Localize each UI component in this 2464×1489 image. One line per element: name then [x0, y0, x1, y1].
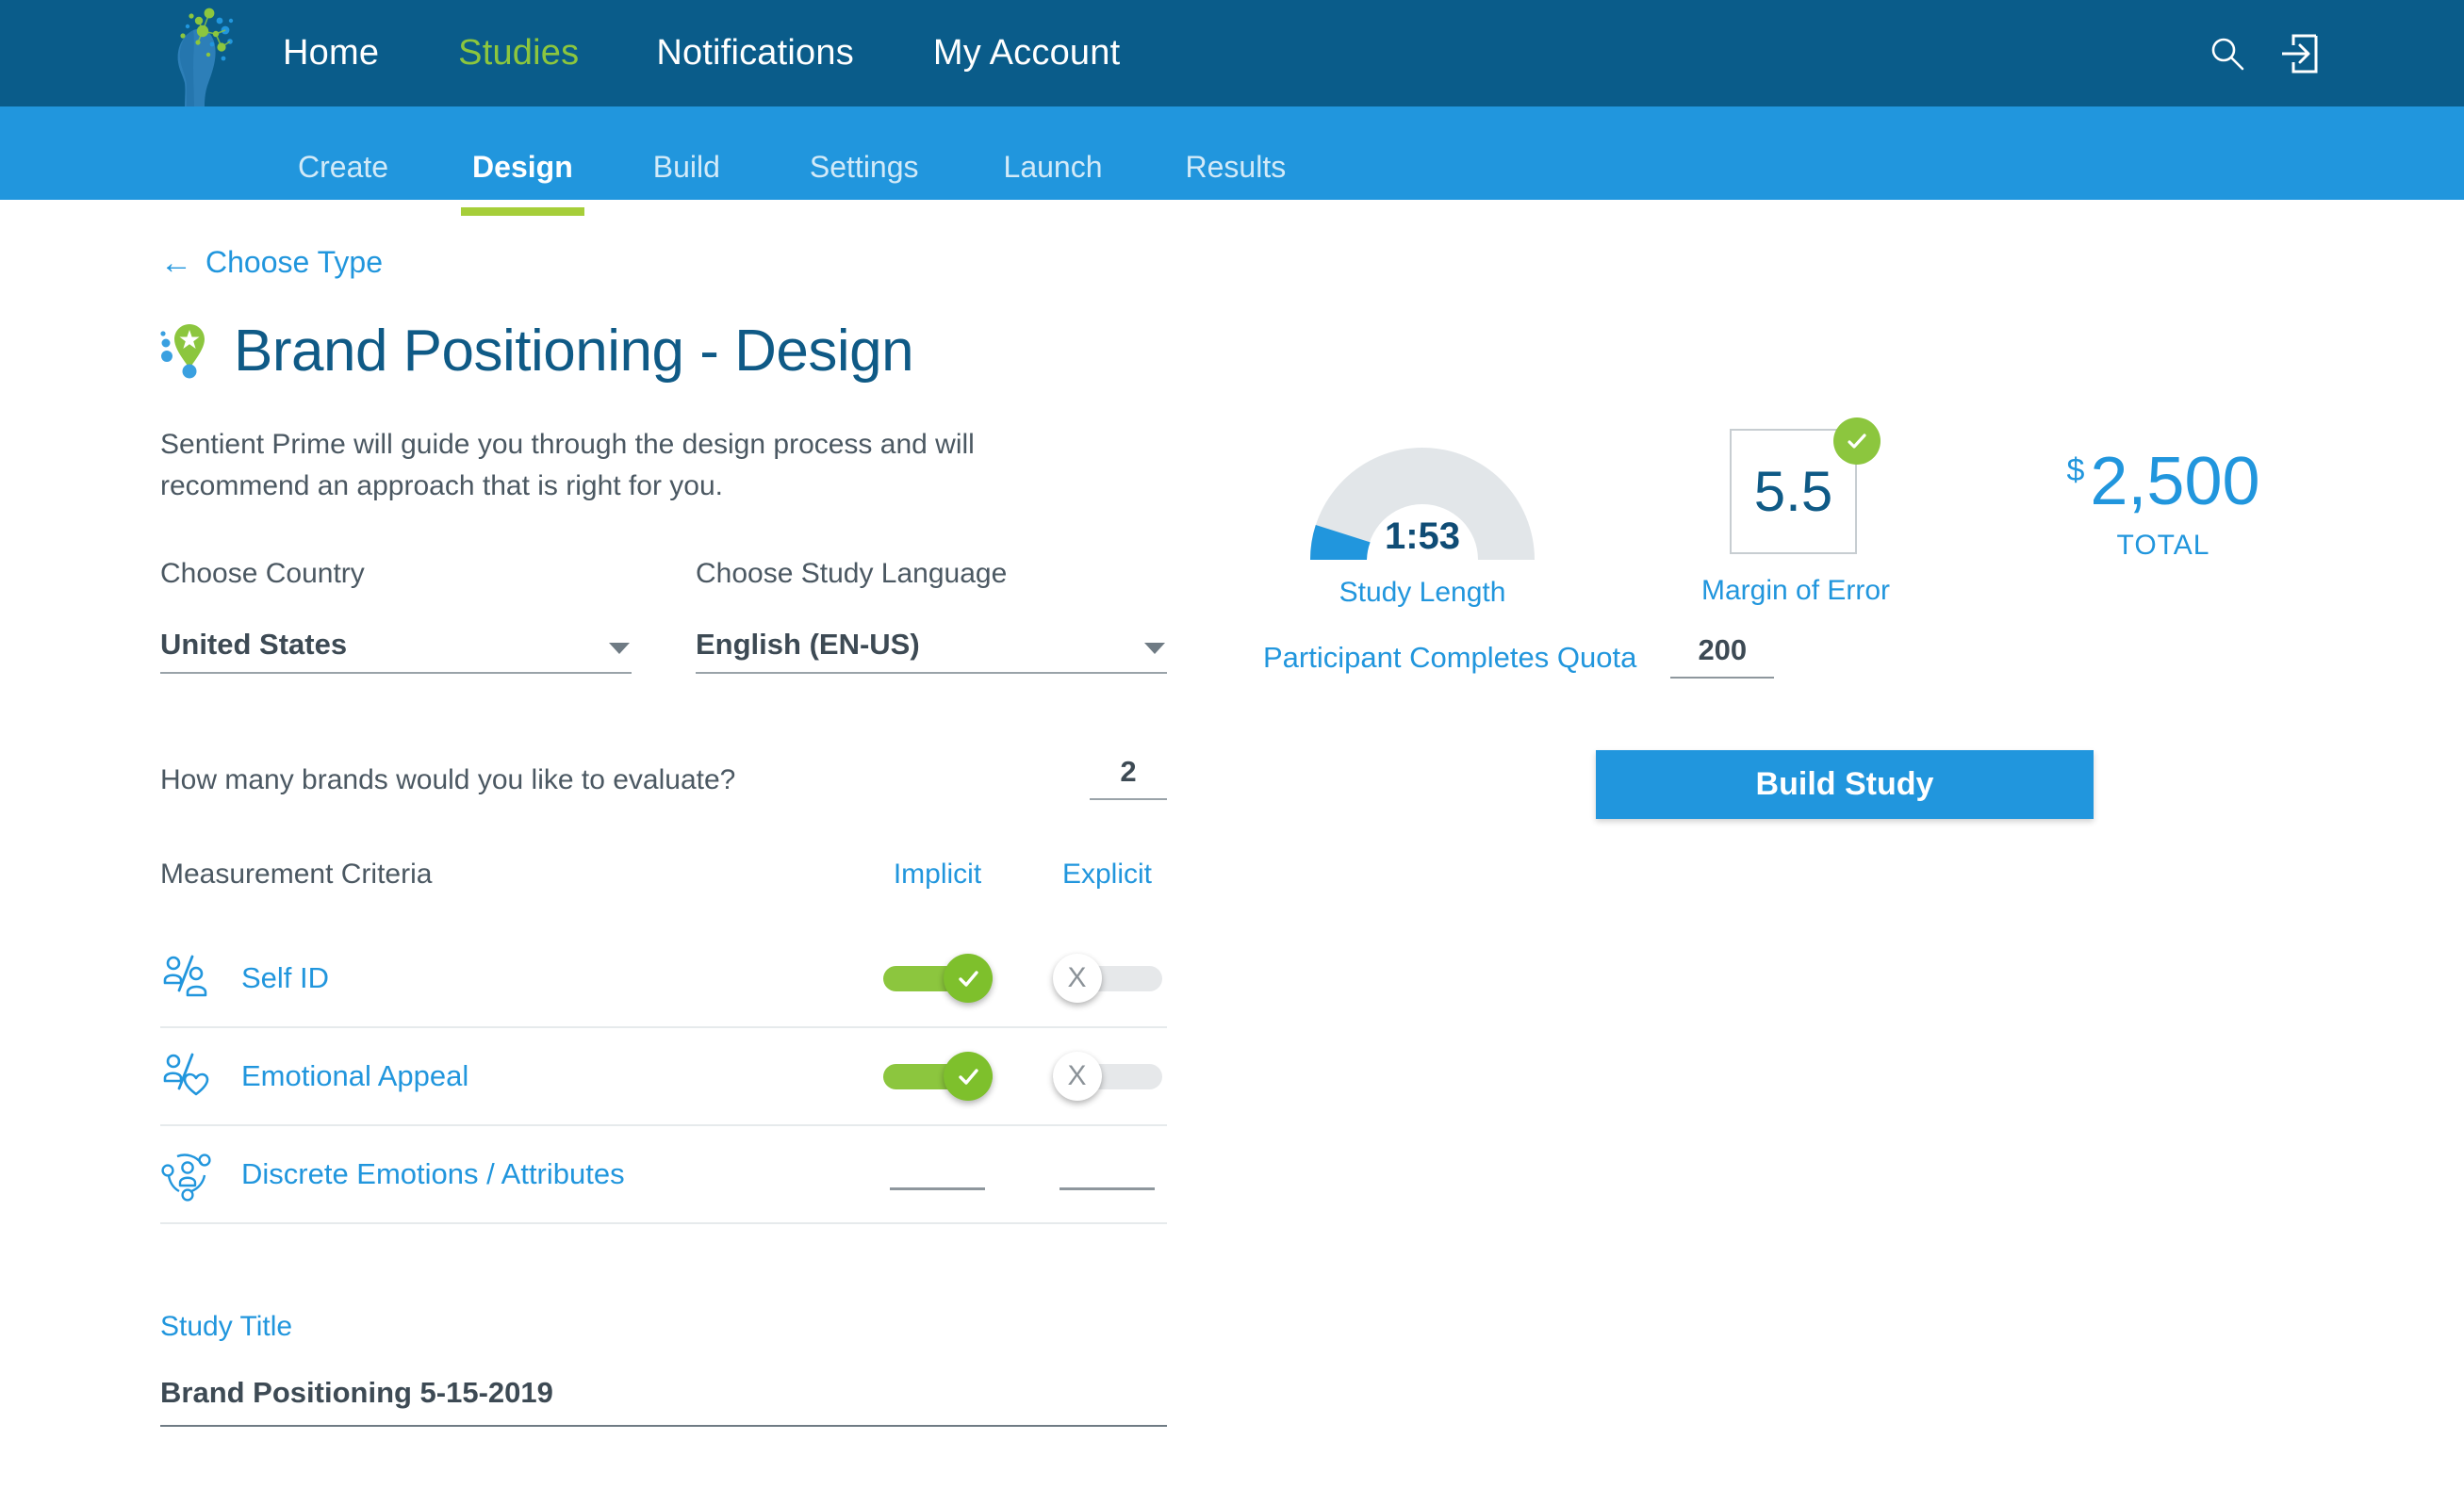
self-id-implicit-toggle-cell — [878, 954, 997, 1004]
study-length-value: 1:53 — [1384, 515, 1461, 557]
brand-count-row: How many brands would you like to evalua… — [160, 755, 1167, 801]
study-title-input[interactable]: Brand Positioning 5-15-2019 — [160, 1376, 1167, 1428]
criteria-label: Emotional Appeal — [241, 1059, 469, 1093]
person-network-icon — [160, 1147, 221, 1202]
emotional-appeal-explicit-toggle-cell: X — [1047, 1052, 1167, 1102]
language-label: Choose Study Language — [696, 558, 1008, 590]
next-section-partially-visible — [160, 1474, 1167, 1489]
tab-results[interactable]: Results — [1186, 106, 1287, 185]
summary-metrics-row: 1:53 Study Length 5.5 Margin of Error $ … — [1263, 405, 2375, 613]
empty-field-underline — [1060, 1186, 1155, 1190]
self-id-implicit-toggle[interactable] — [882, 954, 993, 1004]
nav-link-notifications[interactable]: Notifications — [656, 33, 854, 74]
chevron-down-icon — [1144, 643, 1165, 655]
study-summary-panel: 1:53 Study Length 5.5 Margin of Error $ … — [1263, 405, 2375, 819]
criteria-header-row: Measurement Criteria Implicit Explicit — [160, 859, 1167, 891]
country-label: Choose Country — [160, 558, 365, 590]
total-caption: TOTAL — [2116, 530, 2210, 561]
tab-settings[interactable]: Settings — [810, 106, 919, 185]
emotional-appeal-implicit-toggle[interactable] — [882, 1052, 993, 1102]
total-amount-value: 2,500 — [2090, 444, 2260, 519]
margin-of-error-value: 5.5 — [1753, 460, 1833, 523]
chevron-down-icon — [609, 643, 630, 655]
discrete-emotions-implicit-field[interactable] — [878, 1159, 997, 1190]
tab-create[interactable]: Create — [298, 106, 388, 185]
country-field: Choose Country United States — [160, 558, 632, 675]
two-people-compare-icon — [160, 951, 221, 1006]
tab-build[interactable]: Build — [653, 106, 720, 185]
language-select[interactable]: English (EN-US) — [696, 628, 1167, 675]
language-value: English (EN-US) — [696, 628, 920, 662]
search-icon[interactable] — [2209, 35, 2246, 73]
discrete-emotions-explicit-field[interactable] — [1047, 1159, 1167, 1190]
back-to-choose-type-link[interactable]: ← Choose Type — [160, 245, 383, 280]
toggle-knob-check — [943, 1052, 993, 1102]
criteria-title: Measurement Criteria — [160, 859, 433, 891]
criteria-row-self-id: Self ID X — [160, 930, 1167, 1029]
tab-launch[interactable]: Launch — [1004, 106, 1103, 185]
column-header-explicit[interactable]: Explicit — [1047, 859, 1167, 891]
participant-quota-input[interactable]: 200 — [1670, 633, 1775, 679]
app-logo[interactable] — [156, 0, 264, 106]
total-cost-block: $ 2,500 TOTAL — [2008, 443, 2319, 562]
empty-field-underline — [890, 1186, 985, 1190]
locale-fields-row: Choose Country United States Choose Stud… — [160, 558, 1197, 675]
country-value: United States — [160, 628, 348, 662]
design-form-column: ← Choose Type Brand Positioning - Design… — [160, 245, 1197, 1489]
criteria-row-discrete-emotions: Discrete Emotions / Attributes — [160, 1126, 1167, 1225]
criteria-label: Self ID — [241, 961, 330, 995]
participant-quota-label: Participant Completes Quota — [1263, 641, 1637, 674]
study-title-label: Study Title — [160, 1311, 293, 1343]
nav-link-studies[interactable]: Studies — [458, 33, 579, 74]
margin-of-error-caption: Margin of Error — [1700, 575, 1891, 606]
top-navigation-icons — [2209, 0, 2318, 106]
toggle-knob-x: X — [1052, 954, 1102, 1004]
top-navigation-bar: Home Studies Notifications My Account — [0, 0, 2464, 106]
criteria-row-emotional-appeal: Emotional Appeal X — [160, 1028, 1167, 1127]
emotional-appeal-explicit-toggle[interactable]: X — [1052, 1052, 1162, 1102]
study-length-caption: Study Length — [1339, 577, 1506, 608]
close-icon: X — [1067, 962, 1087, 994]
logout-icon[interactable] — [2280, 34, 2318, 74]
criteria-label: Discrete Emotions / Attributes — [241, 1157, 625, 1191]
page-title-row: Brand Positioning - Design — [160, 318, 1197, 385]
study-step-tabs: Create Design Build Settings Launch Resu… — [0, 106, 2464, 216]
top-navigation-links: Home Studies Notifications My Account — [283, 0, 1120, 106]
back-link-label: Choose Type — [205, 245, 383, 279]
nav-link-home[interactable]: Home — [283, 33, 379, 74]
column-header-implicit[interactable]: Implicit — [878, 859, 997, 891]
toggle-knob-x: X — [1052, 1052, 1102, 1102]
country-select[interactable]: United States — [160, 628, 632, 675]
tab-design[interactable]: Design — [461, 106, 584, 216]
self-id-explicit-toggle[interactable]: X — [1052, 954, 1162, 1004]
toggle-knob-check — [943, 954, 993, 1004]
check-circle-icon — [1833, 417, 1881, 465]
brand-count-input[interactable]: 2 — [1090, 755, 1167, 801]
person-heart-compare-icon — [160, 1049, 221, 1104]
brand-count-label: How many brands would you like to evalua… — [160, 764, 736, 796]
self-id-explicit-toggle-cell: X — [1047, 954, 1167, 1004]
page-title: Brand Positioning - Design — [234, 319, 914, 384]
intro-text: Sentient Prime will guide you through th… — [160, 429, 975, 502]
currency-symbol: $ — [2066, 452, 2085, 488]
total-amount: $ 2,500 — [2008, 443, 2319, 520]
study-title-field: Study Title Brand Positioning 5-15-2019 — [160, 1311, 1167, 1428]
close-icon: X — [1067, 1060, 1087, 1092]
location-pin-idea-icon — [160, 319, 213, 384]
build-study-button[interactable]: Build Study — [1596, 750, 2094, 819]
emotional-appeal-implicit-toggle-cell — [878, 1052, 997, 1102]
arrow-left-icon: ← — [160, 244, 192, 281]
language-field: Choose Study Language English (EN-US) — [696, 558, 1167, 675]
nav-link-my-account[interactable]: My Account — [933, 33, 1120, 74]
participant-quota-row: Participant Completes Quota 200 — [1263, 633, 1775, 679]
